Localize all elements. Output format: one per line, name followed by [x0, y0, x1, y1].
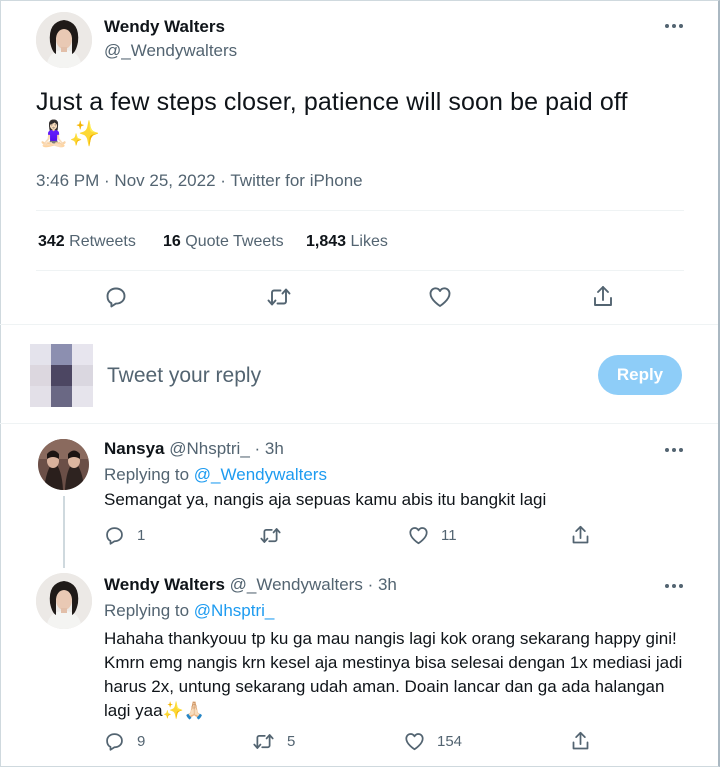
reply-count: 1 — [137, 527, 146, 544]
more-icon[interactable] — [660, 576, 688, 596]
reply-time[interactable]: · 3h — [255, 439, 284, 458]
stat-likes[interactable]: 1,843 Likes — [306, 233, 388, 251]
reply-text-line: lagi yaa✨🙏🏻 — [104, 701, 205, 720]
retweets-count: 342 — [38, 233, 65, 250]
reply-count: 9 — [137, 733, 146, 750]
share-icon[interactable] — [591, 284, 615, 315]
retweet-icon — [260, 528, 281, 543]
reply-avatar[interactable] — [38, 439, 89, 490]
divider — [36, 270, 684, 271]
like-icon[interactable] — [428, 286, 452, 313]
reply-action-reply[interactable]: 9 — [104, 731, 145, 752]
author-name[interactable]: Wendy Walters — [104, 17, 225, 37]
likes-label: Likes — [350, 233, 388, 250]
reply-action-share[interactable] — [570, 524, 591, 547]
replying-to-link[interactable]: @_Wendywalters — [194, 465, 327, 484]
reply-author-handle[interactable]: @_Wendywalters — [230, 575, 363, 594]
like-count: 154 — [437, 733, 463, 750]
reply-action-like[interactable]: 154 — [404, 732, 462, 751]
more-icon[interactable] — [660, 16, 688, 36]
tweet-meta[interactable]: 3:46 PM · Nov 25, 2022 · Twitter for iPh… — [36, 171, 363, 191]
reply-text-line: Hahaha thankyouu tp ku ga mau nangis lag… — [104, 629, 677, 648]
divider — [0, 423, 718, 424]
author-avatar[interactable] — [36, 12, 92, 68]
reply-action-reply[interactable]: 1 — [104, 525, 145, 546]
current-user-avatar[interactable] — [30, 344, 93, 407]
tweet-emoji: 🧘🏻‍♀️✨ — [38, 120, 101, 148]
replying-to-label: Replying to — [104, 601, 190, 620]
reply-action-share[interactable] — [570, 730, 591, 753]
stat-quotes[interactable]: 16 Quote Tweets — [163, 233, 284, 251]
reply-icon[interactable] — [104, 285, 128, 314]
author-handle[interactable]: @_Wendywalters — [104, 41, 237, 61]
retweet-icon — [253, 734, 274, 749]
reply-text: Semangat ya, nangis aja sepuas kamu abis… — [104, 490, 547, 509]
tweet-text: Just a few steps closer, patience will s… — [36, 88, 628, 116]
reply-action-retweet[interactable]: 5 — [252, 731, 295, 752]
like-icon — [409, 527, 428, 545]
reply-avatar[interactable] — [36, 573, 92, 629]
quotes-count: 16 — [163, 233, 181, 250]
retweet-count: 5 — [287, 733, 296, 750]
thread-line — [63, 496, 65, 568]
reply-header: Wendy Walters @_Wendywalters · 3h — [104, 575, 397, 595]
reply-input[interactable]: Tweet your reply — [107, 364, 567, 388]
replying-to: Replying to @_Wendywalters — [104, 465, 327, 485]
reply-text-line: harus 2x, untung sekarang udah aman. Doa… — [104, 677, 665, 696]
reply-button[interactable]: Reply — [598, 355, 682, 395]
like-count: 11 — [441, 527, 457, 544]
reply-action-retweet[interactable] — [259, 525, 294, 546]
replying-to-link[interactable]: @Nhsptri_ — [194, 601, 275, 620]
reply-time[interactable]: · 3h — [368, 575, 397, 594]
replying-to: Replying to @Nhsptri_ — [104, 601, 274, 621]
retweets-label: Retweets — [69, 233, 136, 250]
divider — [36, 210, 684, 211]
quotes-label: Quote Tweets — [185, 233, 284, 250]
reply-icon — [106, 733, 123, 751]
reply-text-line: Kmrn emg nangis krn kesel aja mestinya b… — [104, 653, 683, 672]
reply-author-name[interactable]: Wendy Walters — [104, 575, 225, 594]
more-icon[interactable] — [660, 440, 688, 460]
reply-header: Nansya @Nhsptri_ · 3h — [104, 439, 284, 459]
stat-retweets[interactable]: 342 Retweets — [38, 233, 136, 251]
retweet-icon[interactable] — [266, 285, 292, 314]
divider — [0, 324, 718, 325]
reply-author-handle[interactable]: @Nhsptri_ — [169, 439, 250, 458]
reply-text: Hahaha thankyouu tp ku ga mau nangis lag… — [104, 627, 682, 723]
reply-author-name[interactable]: Nansya — [104, 439, 164, 458]
reply-action-like[interactable]: 11 — [408, 526, 457, 545]
like-icon — [405, 733, 424, 751]
share-icon — [572, 731, 589, 750]
share-icon — [572, 525, 589, 544]
likes-count: 1,843 — [306, 233, 347, 250]
reply-icon — [106, 527, 123, 545]
replying-to-label: Replying to — [104, 465, 190, 484]
